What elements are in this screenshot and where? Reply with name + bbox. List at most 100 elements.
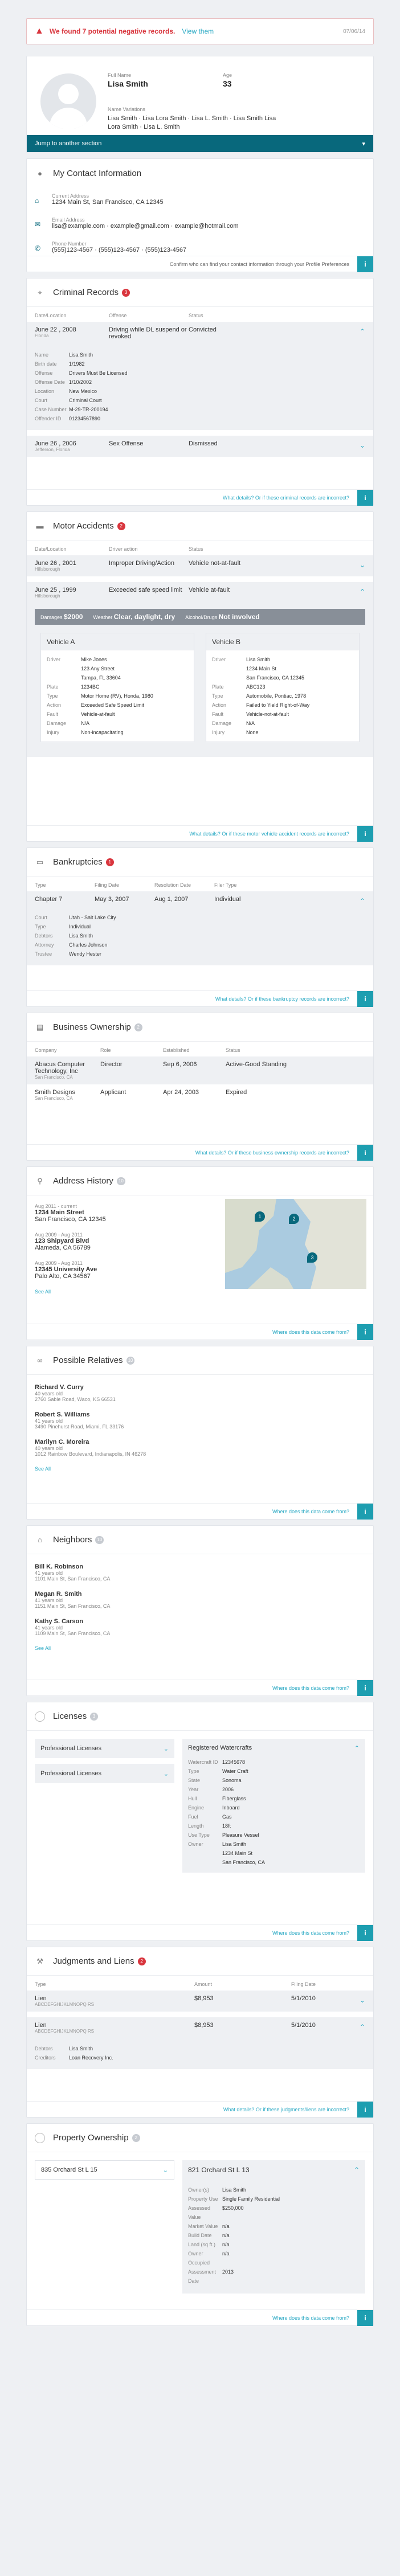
- detail-value: Lisa Smith: [69, 352, 93, 358]
- view-records-link[interactable]: View them: [182, 27, 214, 35]
- property-address: 821 Orchard St L 13: [188, 2166, 250, 2174]
- detail-key: Debtors: [35, 2046, 53, 2051]
- chevron-up-icon[interactable]: ⌃: [360, 897, 365, 905]
- record-location: Hillsborough: [35, 567, 60, 572]
- judgment-row[interactable]: Lien ABCDEFGHIJKLMNOPQ RS $8,953 5/1/2010 ⌃: [27, 2017, 373, 2038]
- detail-row: Driver Mike Jones: [47, 655, 188, 664]
- avatar: [40, 73, 96, 129]
- see-all-link[interactable]: See All: [27, 1641, 373, 1656]
- info-icon[interactable]: i: [357, 826, 373, 842]
- detail-row: Use Type Pleasure Vessel: [188, 1830, 360, 1840]
- list-item[interactable]: Richard V. Curry 40 years old 2760 Sable R…: [27, 1379, 373, 1407]
- col-header: Type: [35, 882, 46, 888]
- map-marker-icon[interactable]: 1: [255, 1211, 265, 1222]
- professional-licenses-toggle[interactable]: Professional Licenses ⌄: [35, 1739, 174, 1758]
- motor-footer-link[interactable]: What details? Or if these motor vehicle …: [189, 831, 349, 837]
- detail-row: Engine Inboard: [188, 1803, 360, 1812]
- detail-value: Loan Recovery Inc.: [69, 2055, 113, 2061]
- item-name: Kathy S. Carson: [35, 1618, 83, 1625]
- licenses-footer-link[interactable]: Where does this data come from?: [272, 1930, 349, 1936]
- alcohol-label: Alcohol/Drugs: [185, 615, 218, 620]
- detail-row: 1234 Main St: [212, 664, 353, 673]
- list-item[interactable]: Megan R. Smith 41 years old 1151 Main St, …: [27, 1586, 373, 1613]
- record-offense: Sex Offense: [109, 440, 144, 447]
- bankruptcy-row[interactable]: Chapter 7 May 3, 2007 Aug 1, 2007 Individua…: [27, 891, 373, 907]
- detail-row: San Francisco, CA 12345: [212, 673, 353, 682]
- detail-value: n/a: [222, 2251, 230, 2256]
- detail-key: Fault: [212, 711, 224, 717]
- col-header: Date/Location: [35, 313, 67, 318]
- detail-value: 123 Any Street: [81, 666, 115, 671]
- detail-value: n/a: [222, 2223, 230, 2229]
- item-a2: Palo Alto, CA 34567: [35, 1273, 91, 1280]
- item-age: 40 years old: [35, 1445, 63, 1451]
- badge-icon: [35, 1711, 45, 1722]
- info-icon[interactable]: i: [357, 490, 373, 506]
- address-footer-link[interactable]: Where does this data come from?: [272, 1329, 349, 1335]
- list-item[interactable]: Aug 2011 - current 1234 Main Street San Fr…: [27, 1199, 209, 1227]
- professional-licenses-toggle[interactable]: Professional Licenses ⌄: [35, 1764, 174, 1783]
- chevron-up-icon[interactable]: ⌃: [354, 1744, 360, 1752]
- map-marker-icon[interactable]: 2: [289, 1214, 299, 1224]
- relatives-footer-link[interactable]: Where does this data come from?: [272, 1509, 349, 1514]
- info-icon[interactable]: i: [357, 1925, 373, 1941]
- list-item[interactable]: Aug 2009 - Aug 2011 12345 University Ave P…: [27, 1256, 209, 1284]
- criminal-row[interactable]: June 22 , 2008 Florida Driving while DL su…: [27, 322, 373, 345]
- record-date: June 26 , 2001: [35, 560, 76, 567]
- chevron-up-icon[interactable]: ⌃: [360, 327, 365, 335]
- property-toggle[interactable]: 835 Orchard St L 15 ⌄: [35, 2160, 174, 2180]
- info-icon[interactable]: i: [357, 1324, 373, 1340]
- list-item[interactable]: Marilyn C. Moreira 40 years old 1012 Rainb…: [27, 1434, 373, 1461]
- info-icon[interactable]: i: [357, 1145, 373, 1161]
- info-icon[interactable]: i: [357, 2310, 373, 2326]
- list-item[interactable]: Kathy S. Carson 41 years old 1109 Main St,…: [27, 1613, 373, 1641]
- detail-key: Property Use: [188, 2196, 218, 2202]
- list-item[interactable]: Aug 2009 - Aug 2011 123 Shipyard Blvd Alam…: [27, 1227, 209, 1256]
- business-footer-link[interactable]: What details? Or if these business owner…: [195, 1150, 349, 1156]
- detail-value: N/A: [246, 720, 255, 726]
- chevron-up-icon[interactable]: ⌃: [360, 588, 365, 596]
- detail-row: Plate ABC123: [212, 682, 353, 691]
- chevron-down-icon[interactable]: ⌄: [360, 1996, 365, 2004]
- record-status: Convicted: [189, 326, 217, 333]
- detail-value: San Francisco, CA 12345: [246, 675, 305, 681]
- address-map[interactable]: 1 2 3: [225, 1199, 366, 1289]
- chevron-down-icon[interactable]: ⌄: [360, 441, 365, 449]
- bankruptcy-footer-link[interactable]: What details? Or if these bankruptcy rec…: [215, 996, 349, 1002]
- list-item[interactable]: Bill K. Robinson 41 years old 1101 Main St…: [27, 1559, 373, 1586]
- neighbors-section: ⌂ Neighbors 10 Bill K. Robinson 41 years ol…: [26, 1525, 374, 1696]
- map-marker-icon[interactable]: 3: [307, 1252, 317, 1263]
- info-icon[interactable]: i: [357, 256, 373, 272]
- detail-key: Birth date: [35, 361, 57, 367]
- jump-to-section-select[interactable]: Jump to another section ▾: [27, 135, 373, 152]
- full-name: Lisa Smith: [108, 79, 148, 88]
- info-icon[interactable]: i: [357, 2102, 373, 2118]
- chevron-down-icon[interactable]: ⌄: [360, 561, 365, 569]
- age-value: 33: [223, 79, 232, 88]
- contact-section: ● My Contact Information ⌂ Current Address…: [26, 158, 374, 272]
- judgments-footer-link[interactable]: What details? Or if these judgments/lien…: [223, 2107, 349, 2112]
- criminal-row[interactable]: June 26 , 2006 Jefferson, Florida Sex Offe…: [27, 436, 373, 457]
- detail-row: Offense Drivers Must Be Licensed: [35, 368, 365, 378]
- neighbors-footer-link[interactable]: Where does this data come from?: [272, 1685, 349, 1691]
- property-footer-link[interactable]: Where does this data come from?: [272, 2315, 349, 2321]
- col-header: Established: [163, 1047, 190, 1053]
- section-title: Judgments and Liens: [53, 1956, 134, 1966]
- list-item[interactable]: Robert S. Williams 41 years old 3490 Pineh…: [27, 1407, 373, 1434]
- alcohol-value: Not involved: [218, 613, 260, 621]
- company-location: San Francisco, CA: [35, 1096, 73, 1101]
- info-icon[interactable]: i: [357, 991, 373, 1007]
- see-all-link[interactable]: See All: [27, 1461, 373, 1476]
- judgment-row[interactable]: Lien ABCDEFGHIJKLMNOPQ RS $8,953 5/1/2010 ⌄: [27, 1991, 373, 2012]
- section-title: Possible Relatives: [53, 1355, 123, 1365]
- info-icon[interactable]: i: [357, 1504, 373, 1520]
- chevron-up-icon[interactable]: ⌃: [360, 2023, 365, 2031]
- resolution-date: Aug 1, 2007: [154, 896, 189, 903]
- chevron-up-icon[interactable]: ⌃: [354, 2166, 360, 2174]
- detail-row: Land (sq ft.) n/a: [188, 2240, 360, 2249]
- chevron-down-icon: ⌄: [163, 1770, 169, 1778]
- accident-row[interactable]: June 25 , 1999 Hillsborough Exceeded safe …: [27, 582, 373, 603]
- accident-row[interactable]: June 26 , 2001 Hillsborough Improper Drivi…: [27, 555, 373, 576]
- info-icon[interactable]: i: [357, 1680, 373, 1696]
- criminal-footer-link[interactable]: What details? Or if these criminal recor…: [223, 495, 349, 501]
